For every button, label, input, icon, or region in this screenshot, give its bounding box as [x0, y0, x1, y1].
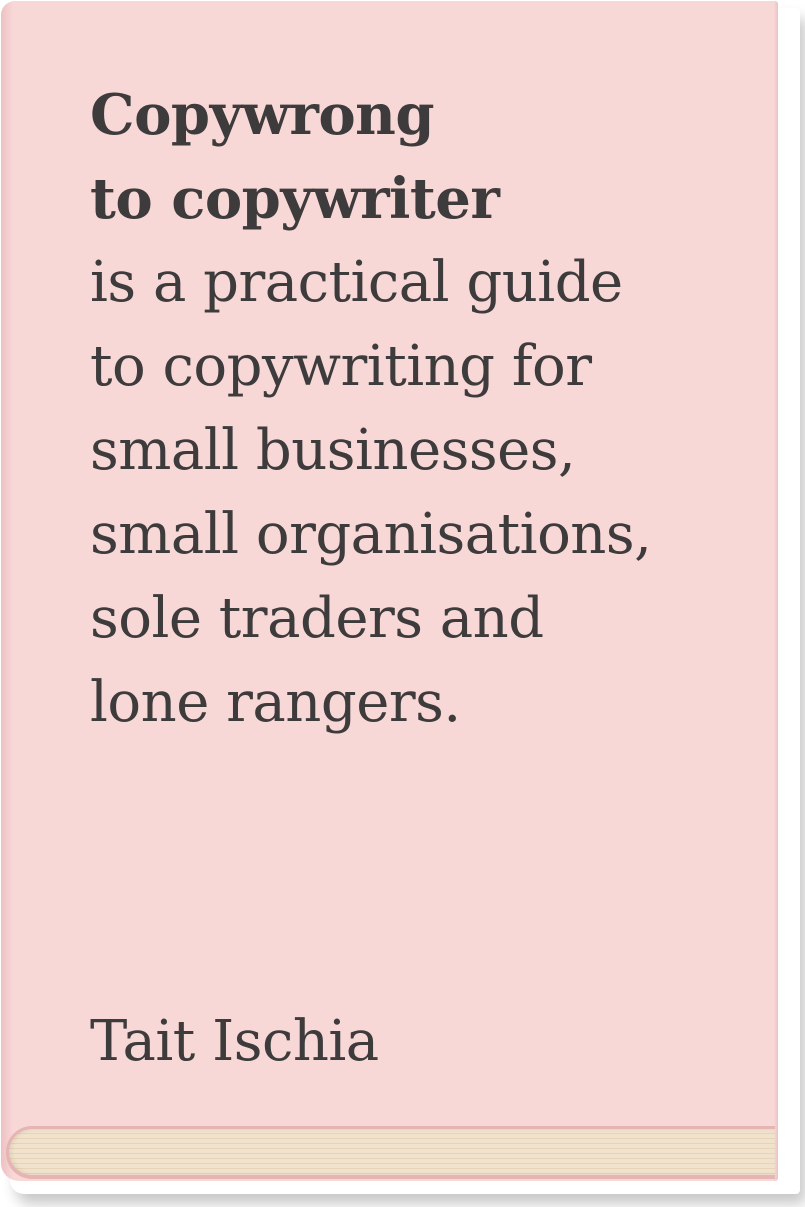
description-line: lone rangers.: [90, 670, 461, 735]
book-pages-edge: [9, 1129, 775, 1175]
book-author: Tait Ischia: [90, 1009, 379, 1074]
description-line: small businesses,: [90, 418, 576, 483]
book-cover: Copywrong to copywriter is a practical g…: [1, 1, 778, 1181]
cover-text: Copywrong to copywriter is a practical g…: [90, 73, 730, 745]
description-line: small organisations,: [90, 502, 652, 567]
book-pages: [6, 1126, 775, 1179]
book-title-line: Copywrong: [90, 82, 435, 148]
description-line: sole traders and: [90, 586, 544, 651]
book-illustration: Copywrong to copywriter is a practical g…: [0, 0, 805, 1207]
book-title: Copywrong to copywriter: [90, 73, 730, 241]
book-title-line: to copywriter: [90, 166, 500, 232]
spine-shade: [1, 1, 13, 1181]
description-line: to copywriting for: [90, 334, 592, 399]
book-description: is a practical guide to copywriting for …: [90, 241, 730, 745]
cover-right-edge: [774, 1, 778, 1181]
description-line: is a practical guide: [90, 250, 623, 315]
